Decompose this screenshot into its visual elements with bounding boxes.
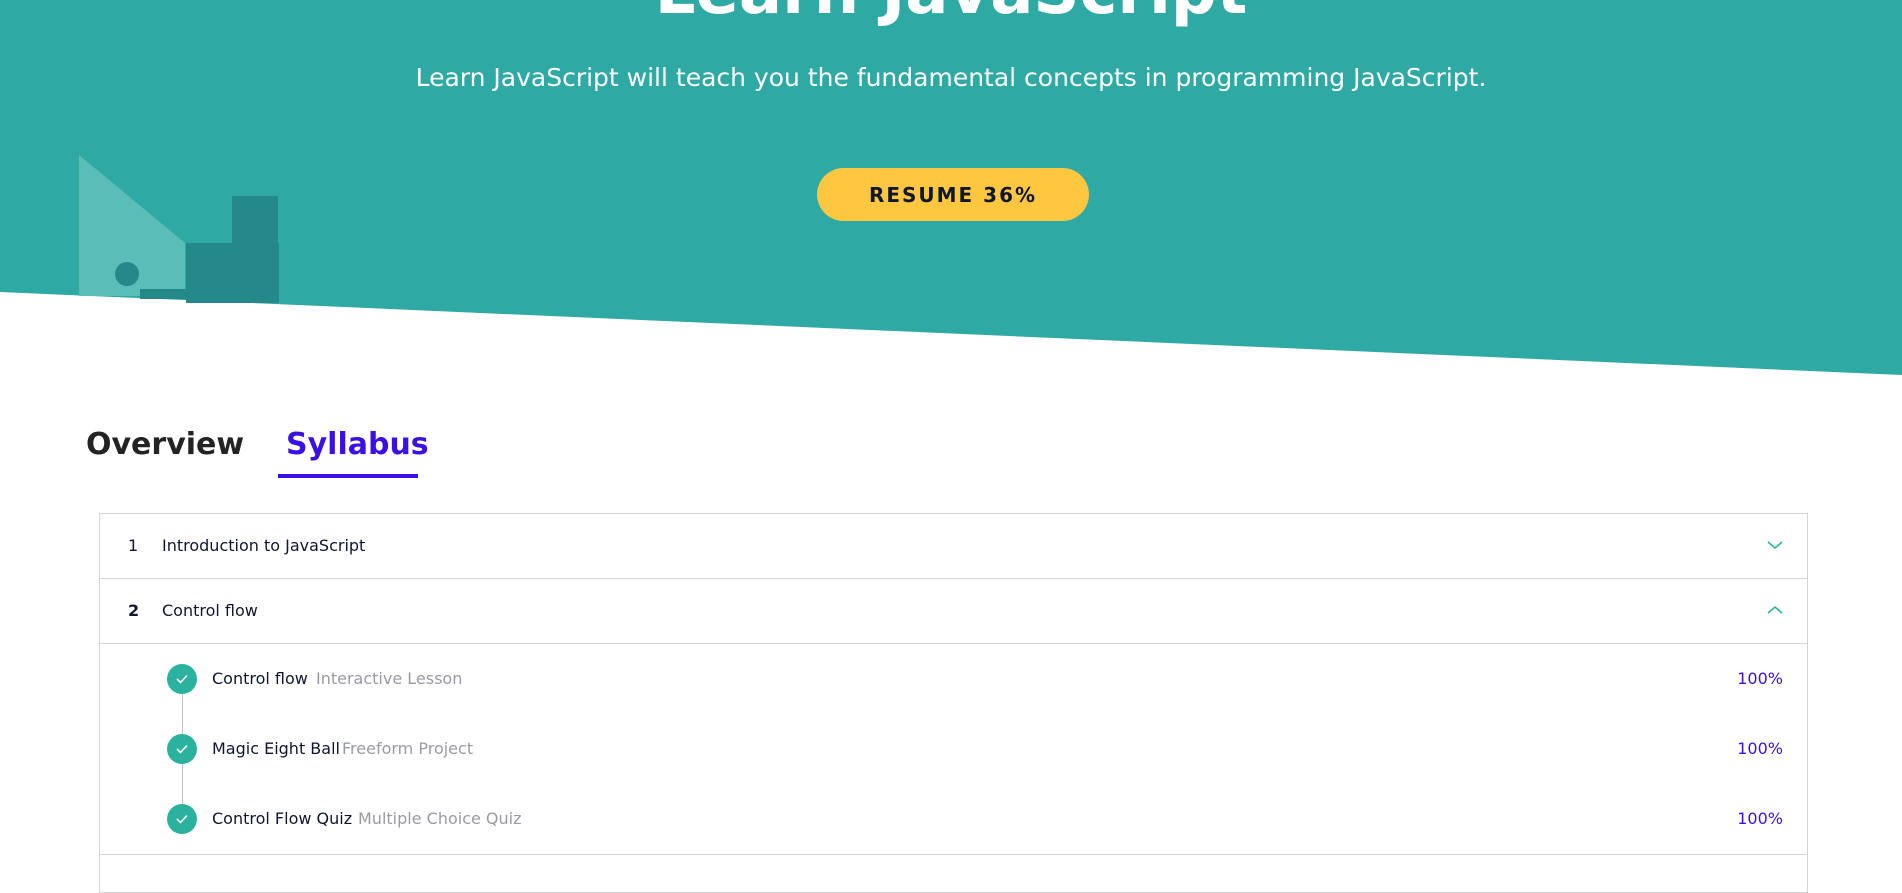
item-title[interactable]: Control Flow Quiz — [212, 784, 352, 854]
item-progress: 100% — [1737, 809, 1783, 828]
module-items: Control flow Interactive Lesson 100% Mag… — [100, 644, 1807, 855]
item-type: Interactive Lesson — [316, 669, 463, 688]
item-type: Multiple Choice Quiz — [358, 809, 522, 828]
module-number: 1 — [128, 536, 139, 555]
syllabus-list: 1 Introduction to JavaScript 2 Control f… — [99, 513, 1808, 893]
list-item[interactable]: Magic Eight Ball Freeform Project 100% — [100, 714, 1807, 784]
module-row-introduction[interactable]: 1 Introduction to JavaScript — [100, 514, 1807, 579]
list-item[interactable]: Control flow Interactive Lesson 100% — [100, 644, 1807, 714]
tab-syllabus[interactable]: Syllabus — [278, 420, 429, 478]
module-title: Introduction to JavaScript — [162, 536, 366, 555]
chevron-down-icon[interactable] — [1765, 538, 1785, 552]
chevron-up-icon[interactable] — [1765, 603, 1785, 617]
item-type: Freeform Project — [342, 739, 474, 758]
resume-button[interactable]: RESUME 36% — [817, 168, 1089, 221]
module-row-control-flow[interactable]: 2 Control flow — [100, 579, 1807, 644]
item-progress: 100% — [1737, 669, 1783, 688]
check-icon — [167, 804, 197, 834]
course-tabs: Overview Syllabus — [78, 420, 478, 482]
course-title: Learn JavaScript — [0, 0, 1902, 24]
item-progress: 100% — [1737, 739, 1783, 758]
item-title[interactable]: Magic Eight Ball — [212, 714, 340, 784]
item-title[interactable]: Control flow — [212, 644, 308, 714]
tab-overview[interactable]: Overview — [78, 420, 244, 478]
check-icon — [167, 734, 197, 764]
module-number: 2 — [128, 601, 140, 620]
list-item[interactable]: Control Flow Quiz Multiple Choice Quiz 1… — [100, 784, 1807, 854]
course-description: Learn JavaScript will teach you the fund… — [415, 63, 1487, 92]
check-icon — [167, 664, 197, 694]
hero-banner: Learn JavaScript Learn JavaScript will t… — [0, 0, 1902, 380]
module-title: Control flow — [162, 601, 258, 620]
